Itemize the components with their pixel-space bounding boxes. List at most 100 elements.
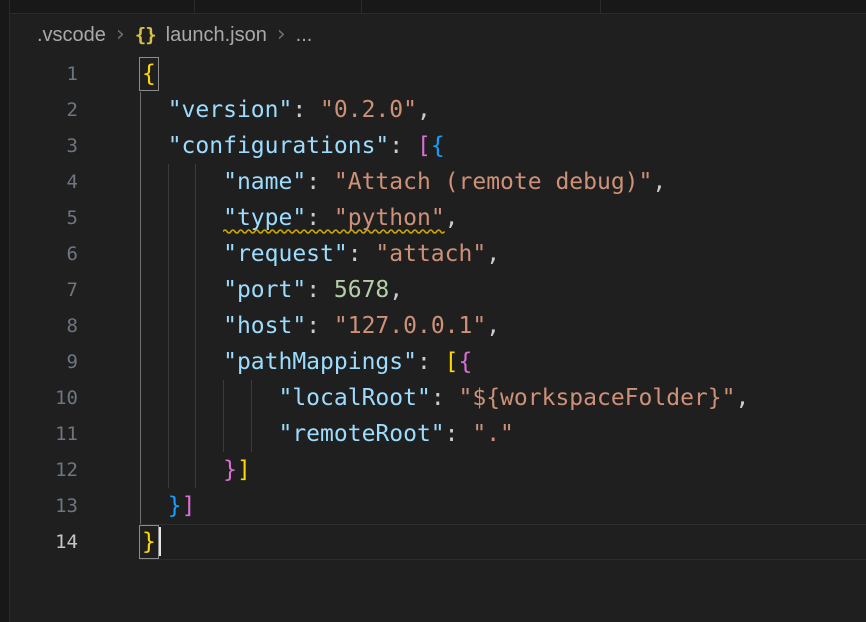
token: , [417,97,431,123]
line-number[interactable]: 14 [10,524,140,560]
indent-guide [168,272,169,308]
line-number[interactable]: 2 [10,92,140,128]
indent-guide [195,272,196,308]
indent-whitespace [140,421,278,447]
line-content: "port": 5678, [140,272,866,308]
line-number[interactable]: 10 [10,380,140,416]
token: "host" [223,313,306,339]
code-line[interactable]: 5 "type": "python", [10,200,866,236]
token: } [168,493,182,519]
indent-guide [223,380,224,416]
line-content: "version": "0.2.0", [140,92,866,128]
token: "remoteRoot" [278,421,444,447]
indent-guide [195,164,196,200]
indent-whitespace [140,313,223,339]
token: { [459,349,473,375]
breadcrumb-symbol-more[interactable]: ... [296,24,313,47]
line-number[interactable]: 13 [10,488,140,524]
tab-separator [361,0,362,13]
line-number[interactable]: 9 [10,344,140,380]
indent-guide [168,416,169,452]
line-number[interactable]: 7 [10,272,140,308]
indent-whitespace [140,205,223,231]
token: { [431,133,445,159]
code-line[interactable]: 10 "localRoot": "${workspaceFolder}", [10,380,866,416]
indent-whitespace [140,457,223,483]
indent-whitespace [140,493,168,519]
indent-guide [168,236,169,272]
indent-guide [140,416,141,452]
token: "request" [223,241,348,267]
indent-guide [140,488,141,524]
token: "127.0.0.1" [334,313,486,339]
token: ] [182,493,196,519]
indent-guide [168,200,169,236]
token: "name" [223,169,306,195]
token: , [445,205,459,231]
line-content: "request": "attach", [140,236,866,272]
token: : [348,241,376,267]
breadcrumb-file[interactable]: launch.json [166,24,267,47]
token: "port" [223,277,306,303]
code-line[interactable]: 13 }] [10,488,866,524]
indent-guide [195,416,196,452]
line-number[interactable]: 5 [10,200,140,236]
code-line[interactable]: 1{ [10,56,866,92]
code-line[interactable]: 6 "request": "attach", [10,236,866,272]
token: , [652,169,666,195]
code-line[interactable]: 14} [10,524,866,560]
breadcrumb[interactable]: .vscode › {} launch.json › ... [10,14,866,56]
json-file-icon: {} [135,24,156,46]
line-content: "localRoot": "${workspaceFolder}", [140,380,866,416]
line-content: "pathMappings": [{ [140,344,866,380]
line-number[interactable]: 11 [10,416,140,452]
warning-squiggle [223,228,445,235]
indent-guide [168,380,169,416]
token: } [223,457,237,483]
indent-guide [140,200,141,236]
line-number[interactable]: 6 [10,236,140,272]
token: : [431,385,459,411]
code-line[interactable]: 12 }] [10,452,866,488]
indent-guide [140,344,141,380]
line-number[interactable]: 4 [10,164,140,200]
indent-guide [140,92,141,128]
indent-whitespace [140,385,278,411]
line-content: { [140,56,866,92]
indent-whitespace [140,133,168,159]
line-number[interactable]: 8 [10,308,140,344]
line-number[interactable]: 12 [10,452,140,488]
token: "Attach (remote debug)" [334,169,653,195]
bracket-match: } [140,526,158,558]
chevron-right-icon: › [277,25,286,45]
token: "pathMappings" [223,349,417,375]
tab-bar[interactable] [0,0,866,14]
indent-guide [195,200,196,236]
code-line[interactable]: 2 "version": "0.2.0", [10,92,866,128]
token: "configurations" [168,133,390,159]
breadcrumb-folder[interactable]: .vscode [37,24,106,47]
code-area[interactable]: 1{2 "version": "0.2.0",3 "configurations… [10,56,866,560]
line-number[interactable]: 3 [10,128,140,164]
code-line[interactable]: 4 "name": "Attach (remote debug)", [10,164,866,200]
code-line[interactable]: 8 "host": "127.0.0.1", [10,308,866,344]
code-line[interactable]: 9 "pathMappings": [{ [10,344,866,380]
indent-guide [223,416,224,452]
indent-guide [195,308,196,344]
panel-edge [0,0,10,622]
line-number[interactable]: 1 [10,56,140,92]
tab-separator [194,0,195,13]
indent-guide [168,452,169,488]
token: : [417,349,445,375]
token: [ [417,133,431,159]
token: ] [237,457,251,483]
code-line[interactable]: 7 "port": 5678, [10,272,866,308]
code-line[interactable]: 11 "remoteRoot": "." [10,416,866,452]
line-content: "remoteRoot": "." [140,416,866,452]
token: , [735,385,749,411]
indent-guide [140,164,141,200]
line-content: }] [140,488,866,524]
indent-whitespace [140,349,223,375]
code-line[interactable]: 3 "configurations": [{ [10,128,866,164]
token: "localRoot" [278,385,430,411]
